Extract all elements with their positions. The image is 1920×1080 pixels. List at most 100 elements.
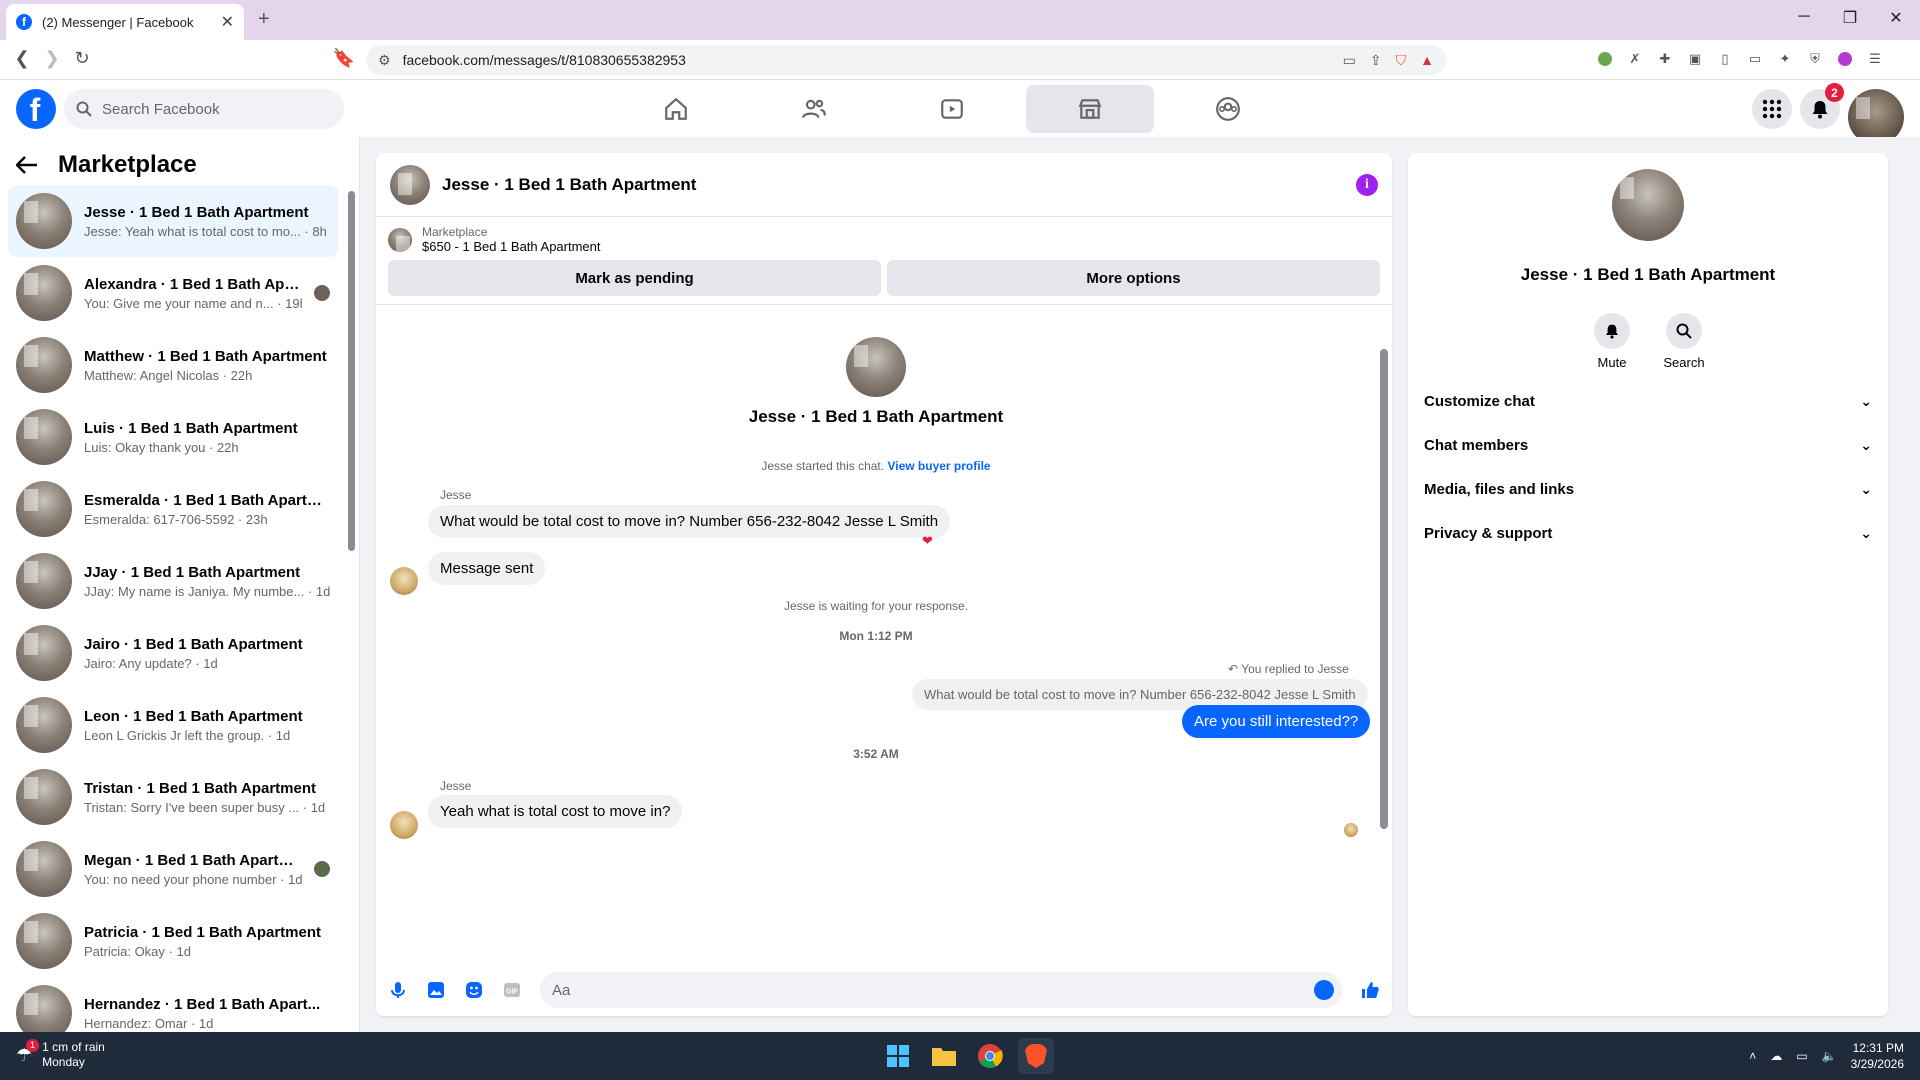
windows-start-icon[interactable] xyxy=(880,1038,916,1074)
listing-price[interactable]: $650 - 1 Bed 1 Bath Apartment xyxy=(422,239,601,254)
file-explorer-icon[interactable] xyxy=(926,1038,962,1074)
photo-icon[interactable] xyxy=(426,980,446,1000)
incoming-message[interactable]: Message sent xyxy=(428,552,546,585)
conversation-avatar[interactable] xyxy=(390,164,430,205)
home-icon xyxy=(665,97,687,120)
chat-list-item[interactable]: JJay · 1 Bed 1 Bath Apartment JJay: My na… xyxy=(8,545,338,617)
view-buyer-profile-link[interactable]: View buyer profile xyxy=(887,459,990,473)
mute-button[interactable]: Mute xyxy=(1582,313,1642,370)
onedrive-icon[interactable]: ☁ xyxy=(1770,1049,1782,1063)
gif-icon[interactable]: GIF xyxy=(502,980,522,1000)
volume-icon[interactable]: 🔈 xyxy=(1822,1049,1837,1063)
chat-name: Megan · 1 Bed 1 Bath Apartme... xyxy=(84,851,302,869)
chat-list-item[interactable]: Megan · 1 Bed 1 Bath Apartme... You: no n… xyxy=(8,833,338,905)
nav-friends-button[interactable] xyxy=(750,85,878,133)
sticker-icon[interactable] xyxy=(464,980,484,1000)
chat-list-item[interactable]: Luis · 1 Bed 1 Bath Apartment Luis: Okay … xyxy=(8,401,338,473)
url-bar[interactable]: ⚙ facebook.com/messages/t/81083065538295… xyxy=(366,45,1446,75)
sender-avatar[interactable] xyxy=(390,811,418,839)
media-files-links-row[interactable]: Media, files and links ⌄ xyxy=(1424,467,1872,511)
mark-as-pending-button[interactable]: Mark as pending xyxy=(388,260,881,296)
info-icon[interactable]: i xyxy=(1356,173,1378,196)
sidebar-toggle-icon[interactable]: ▯ xyxy=(1716,50,1734,68)
leo-ai-icon[interactable]: ✦ xyxy=(1776,50,1794,68)
restore-icon[interactable]: ❐ xyxy=(1840,8,1860,28)
conversation-title[interactable]: Jesse · 1 Bed 1 Bath Apartment xyxy=(442,175,1344,195)
thread-profile-avatar[interactable] xyxy=(846,337,906,397)
cast-icon[interactable]: ▭ xyxy=(1343,52,1356,69)
message-input[interactable]: Aa xyxy=(540,972,1342,1008)
extension-green-icon[interactable] xyxy=(1596,50,1614,68)
microphone-icon[interactable] xyxy=(388,980,408,1000)
nav-marketplace-button[interactable] xyxy=(1026,85,1154,133)
chat-list-item[interactable]: Patricia · 1 Bed 1 Bath Apartment Patrici… xyxy=(8,905,338,977)
chat-list-item[interactable]: Leon · 1 Bed 1 Bath Apartment Leon L Gric… xyxy=(8,689,338,761)
customize-chat-row[interactable]: Customize chat ⌄ xyxy=(1424,379,1872,423)
thumbs-up-icon[interactable] xyxy=(1360,980,1380,1000)
extension-x-icon[interactable]: ✗ xyxy=(1626,50,1644,68)
chat-list-item[interactable]: Jesse · 1 Bed 1 Bath Apartment Jesse: Yea… xyxy=(8,185,338,257)
facebook-logo-icon[interactable]: f xyxy=(16,89,56,129)
share-icon[interactable]: ⇪ xyxy=(1370,52,1382,69)
chat-list-item[interactable]: Jairo · 1 Bed 1 Bath Apartment Jairo: Any… xyxy=(8,617,338,689)
search-conversation-button[interactable]: Search xyxy=(1654,313,1714,370)
details-avatar[interactable] xyxy=(1612,169,1684,241)
chat-list-item[interactable]: Esmeralda · 1 Bed 1 Bath Apartm... Esmera… xyxy=(8,473,338,545)
profile-browser-icon[interactable] xyxy=(1836,50,1854,68)
brave-shield-icon[interactable]: ⛉ xyxy=(1396,52,1407,69)
privacy-support-row[interactable]: Privacy & support ⌄ xyxy=(1424,511,1872,555)
avatar xyxy=(16,193,72,249)
back-arrow-icon[interactable] xyxy=(16,156,38,174)
network-icon[interactable]: ▭ xyxy=(1796,1049,1807,1063)
minimize-icon[interactable]: ─ xyxy=(1794,8,1814,26)
extensions-puzzle-icon[interactable]: ✚ xyxy=(1656,50,1674,68)
listing-thumbnail[interactable] xyxy=(388,227,412,252)
message-sender: Jesse xyxy=(440,779,472,793)
message-composer: GIF Aa xyxy=(376,964,1392,1016)
chat-list-item[interactable]: Hernandez · 1 Bed 1 Bath Apart... Hernand… xyxy=(8,977,338,1032)
site-settings-icon[interactable]: ⚙ xyxy=(378,52,391,69)
emoji-icon[interactable] xyxy=(1314,980,1334,1000)
heart-reaction-icon[interactable]: ❤ xyxy=(922,533,933,549)
chat-list-item[interactable]: Matthew · 1 Bed 1 Bath Apartment Matthew:… xyxy=(8,329,338,401)
back-icon[interactable]: ❮ xyxy=(10,48,34,69)
window-close-icon[interactable]: ✕ xyxy=(1886,8,1906,28)
brave-rewards-icon[interactable]: ▲ xyxy=(1420,52,1434,68)
section-label: Media, files and links xyxy=(1424,480,1575,498)
weather-widget[interactable]: ☂ 1 1 cm of rain Monday xyxy=(16,1038,105,1070)
brave-browser-icon[interactable] xyxy=(1018,1038,1054,1074)
bookmark-icon[interactable]: 🔖 xyxy=(332,48,356,69)
menu-grid-button[interactable] xyxy=(1752,89,1792,129)
tab-close-icon[interactable]: ✕ xyxy=(221,12,234,32)
new-tab-icon[interactable]: + xyxy=(258,8,270,31)
nav-video-button[interactable] xyxy=(888,85,1016,133)
wallet-icon[interactable]: ▭ xyxy=(1746,50,1764,68)
vpn-icon[interactable]: ⛨ xyxy=(1806,50,1824,68)
sender-avatar[interactable] xyxy=(390,567,418,595)
reload-icon[interactable]: ↻ xyxy=(70,48,94,69)
clock[interactable]: 12:31 PM 3/29/2026 xyxy=(1851,1040,1904,1072)
search-input[interactable]: Search Facebook xyxy=(64,89,344,129)
chrome-icon[interactable] xyxy=(972,1038,1008,1074)
chat-members-row[interactable]: Chat members ⌄ xyxy=(1424,423,1872,467)
chat-preview: Jairo: Any update? · 1d xyxy=(84,655,218,671)
nav-home-button[interactable] xyxy=(612,85,740,133)
tray-chevron-icon[interactable]: ˄ xyxy=(1749,1049,1756,1063)
incoming-message[interactable]: What would be total cost to move in? Num… xyxy=(428,505,951,538)
incoming-message[interactable]: Yeah what is total cost to move in? xyxy=(428,795,683,828)
menu-icon[interactable]: ☰ xyxy=(1866,50,1884,68)
weather-day: Monday xyxy=(42,1055,85,1069)
chat-details-panel: Jesse · 1 Bed 1 Bath Apartment Mute Sear… xyxy=(1408,153,1888,1016)
chat-list-item[interactable]: Alexandra · 1 Bed 1 Bath Apart... You: Gi… xyxy=(8,257,338,329)
extension-box-icon[interactable]: ▣ xyxy=(1686,50,1704,68)
browser-tab-bar: f (2) Messenger | Facebook ✕ + ─ ❐ ✕ xyxy=(0,0,1920,40)
chat-list-item[interactable]: Tristan · 1 Bed 1 Bath Apartment Tristan:… xyxy=(8,761,338,833)
more-options-button[interactable]: More options xyxy=(887,260,1380,296)
thread-scrollbar[interactable] xyxy=(1380,349,1388,829)
browser-tab[interactable]: f (2) Messenger | Facebook ✕ xyxy=(6,4,244,40)
chat-list-scrollbar[interactable] xyxy=(348,191,355,551)
nav-groups-button[interactable] xyxy=(1164,85,1292,133)
forward-icon[interactable]: ❯ xyxy=(40,48,64,69)
notifications-button[interactable]: 2 xyxy=(1800,83,1844,129)
outgoing-message[interactable]: Are you still interested?? xyxy=(1182,705,1371,738)
